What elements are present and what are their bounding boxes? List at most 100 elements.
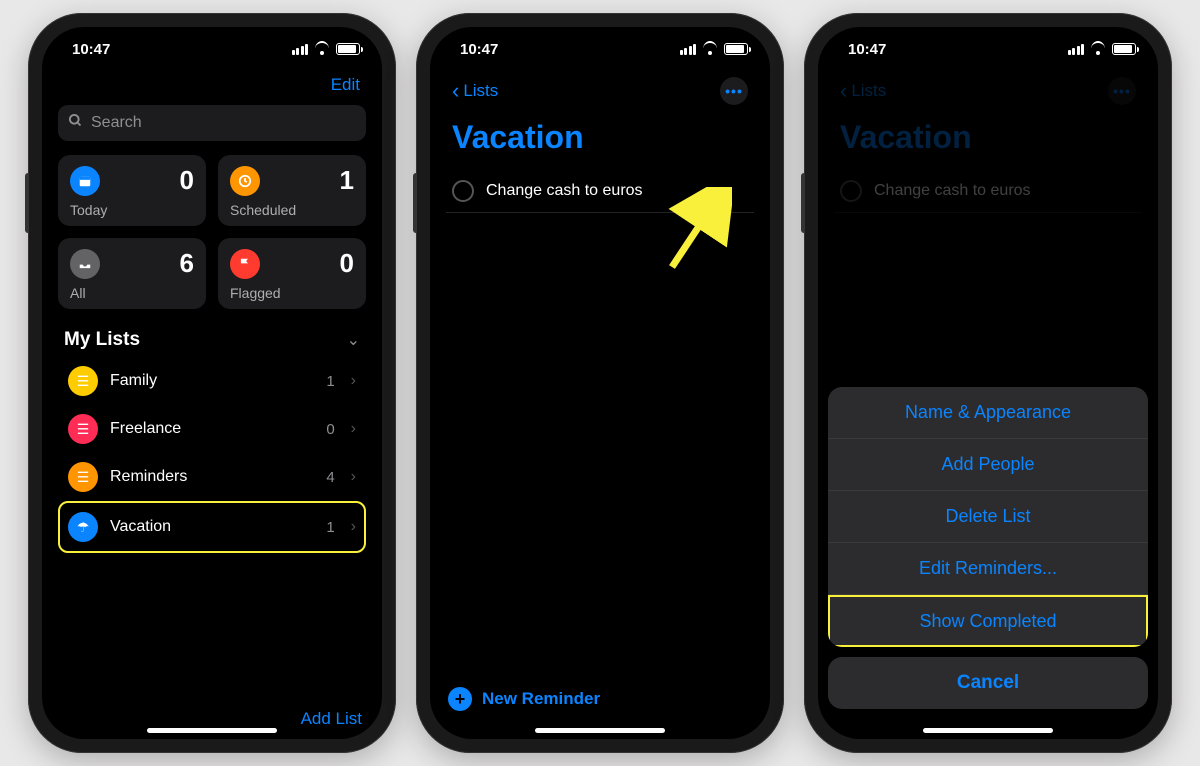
- chevron-right-icon: ›: [351, 468, 356, 486]
- list-detail: ‹ Lists ••• Vacation Change cash to euro…: [430, 71, 770, 739]
- more-button: •••: [1108, 77, 1136, 105]
- phone-frame-3: 10:47 ‹ Lists ••• Vacation Change cash: [804, 13, 1172, 753]
- list-name: Freelance: [110, 420, 314, 438]
- sheet-delete-list-button[interactable]: Delete List: [828, 491, 1148, 543]
- home-indicator[interactable]: [147, 728, 277, 733]
- section-header[interactable]: My Lists ⌄: [64, 329, 360, 351]
- list-count: 1: [326, 373, 334, 390]
- list-count: 4: [326, 469, 334, 486]
- home-indicator[interactable]: [923, 728, 1053, 733]
- umbrella-icon: ☂: [68, 512, 98, 542]
- cellular-icon: [680, 44, 697, 55]
- chevron-right-icon: ›: [351, 372, 356, 390]
- list-item-family[interactable]: ☰ Family 1 ›: [58, 357, 366, 405]
- search-input[interactable]: Search: [58, 105, 366, 141]
- my-lists: ☰ Family 1 › ☰ Freelance 0 › ☰ Reminders…: [58, 357, 366, 553]
- chevron-left-icon: ‹: [840, 78, 847, 104]
- radio-unchecked-icon[interactable]: [452, 180, 474, 202]
- card-flagged-count: 0: [340, 248, 354, 279]
- wifi-icon: [702, 43, 718, 55]
- calendar-icon: [70, 166, 100, 196]
- card-scheduled[interactable]: 1 Scheduled: [218, 155, 366, 226]
- search-placeholder: Search: [91, 114, 142, 132]
- page-title: Vacation: [446, 109, 754, 170]
- smart-cards: 0 Today 1 Scheduled: [58, 155, 366, 309]
- battery-icon: [1112, 43, 1136, 55]
- phone-frame-1: 10:47 Edit Search: [28, 13, 396, 753]
- card-scheduled-count: 1: [340, 165, 354, 196]
- card-flagged-label: Flagged: [230, 285, 354, 301]
- new-reminder-label: New Reminder: [482, 689, 600, 709]
- screen-2: 10:47 ‹ Lists ••• Vacation Change cash: [430, 27, 770, 739]
- list-item-freelance[interactable]: ☰ Freelance 0 ›: [58, 405, 366, 453]
- clock-icon: [230, 166, 260, 196]
- card-today-label: Today: [70, 202, 194, 218]
- card-flagged[interactable]: 0 Flagged: [218, 238, 366, 309]
- list-count: 1: [326, 519, 334, 536]
- home-indicator[interactable]: [535, 728, 665, 733]
- chevron-right-icon: ›: [351, 420, 356, 438]
- sheet-edit-reminders-button[interactable]: Edit Reminders...: [828, 543, 1148, 595]
- chevron-right-icon: ›: [351, 518, 356, 536]
- action-sheet-group: Name & Appearance Add People Delete List…: [828, 387, 1148, 647]
- list-count: 0: [326, 421, 334, 438]
- reminder-text: Change cash to euros: [486, 182, 643, 200]
- more-button[interactable]: •••: [720, 77, 748, 105]
- sheet-add-people-button[interactable]: Add People: [828, 439, 1148, 491]
- page-title: Vacation: [834, 109, 1142, 170]
- status-time: 10:47: [848, 41, 886, 58]
- status-bar: 10:47: [42, 27, 382, 71]
- status-time: 10:47: [72, 41, 110, 58]
- radio-unchecked-icon: [840, 180, 862, 202]
- sheet-show-completed-button[interactable]: Show Completed: [828, 595, 1148, 647]
- section-title: My Lists: [64, 329, 140, 351]
- battery-icon: [336, 43, 360, 55]
- screen-3: 10:47 ‹ Lists ••• Vacation Change cash: [818, 27, 1158, 739]
- sheet-name-appearance-button[interactable]: Name & Appearance: [828, 387, 1148, 439]
- status-bar: 10:47: [818, 27, 1158, 71]
- list-name: Reminders: [110, 468, 314, 486]
- status-bar: 10:47: [430, 27, 770, 71]
- chevron-left-icon: ‹: [452, 78, 459, 104]
- chevron-down-icon: ⌄: [347, 330, 360, 350]
- card-all-count: 6: [180, 248, 194, 279]
- card-all[interactable]: 6 All: [58, 238, 206, 309]
- search-icon: [68, 113, 83, 133]
- card-today-count: 0: [180, 165, 194, 196]
- list-name: Vacation: [110, 518, 314, 536]
- plus-circle-icon: +: [448, 687, 472, 711]
- reminder-text: Change cash to euros: [874, 182, 1031, 200]
- card-today[interactable]: 0 Today: [58, 155, 206, 226]
- cellular-icon: [1068, 44, 1085, 55]
- action-sheet: Name & Appearance Add People Delete List…: [828, 387, 1148, 709]
- card-all-label: All: [70, 285, 194, 301]
- screen-1: 10:47 Edit Search: [42, 27, 382, 739]
- status-time: 10:47: [460, 41, 498, 58]
- status-right: [680, 43, 749, 55]
- reminders-home: Edit Search 0 Today: [42, 71, 382, 695]
- back-button: ‹ Lists: [840, 78, 886, 104]
- back-label: Lists: [463, 81, 498, 101]
- list-bullet-icon: ☰: [68, 462, 98, 492]
- wifi-icon: [1090, 43, 1106, 55]
- ellipsis-icon: •••: [1113, 83, 1131, 99]
- list-bullet-icon: ☰: [68, 414, 98, 444]
- back-label: Lists: [851, 81, 886, 101]
- phone-frame-2: 10:47 ‹ Lists ••• Vacation Change cash: [416, 13, 784, 753]
- list-item-reminders[interactable]: ☰ Reminders 4 ›: [58, 453, 366, 501]
- add-list-button[interactable]: Add List: [301, 709, 362, 729]
- back-button[interactable]: ‹ Lists: [452, 78, 498, 104]
- reminder-item[interactable]: Change cash to euros: [446, 170, 754, 213]
- list-bullet-icon: ☰: [68, 366, 98, 396]
- list-item-vacation[interactable]: ☂ Vacation 1 ›: [58, 501, 366, 553]
- wifi-icon: [314, 43, 330, 55]
- sheet-cancel-button[interactable]: Cancel: [828, 657, 1148, 709]
- new-reminder-button[interactable]: + New Reminder: [448, 687, 600, 711]
- reminder-item: Change cash to euros: [834, 170, 1142, 213]
- battery-icon: [724, 43, 748, 55]
- list-name: Family: [110, 372, 314, 390]
- card-scheduled-label: Scheduled: [230, 202, 354, 218]
- status-right: [1068, 43, 1137, 55]
- inbox-icon: [70, 249, 100, 279]
- edit-button[interactable]: Edit: [331, 75, 360, 95]
